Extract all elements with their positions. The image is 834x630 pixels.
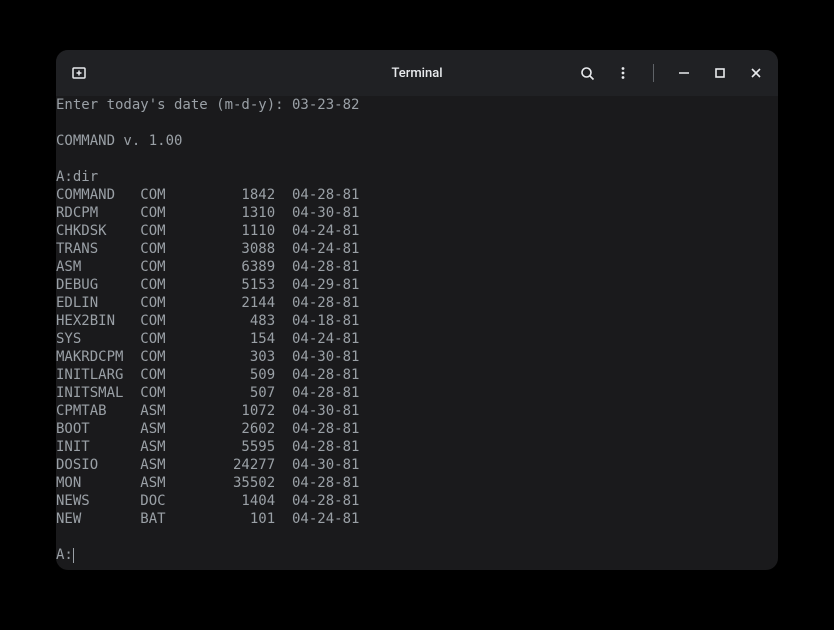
file-row: INITLARG COM 509 04-28-81 [56,366,778,384]
terminal-line: A:dir [56,168,778,186]
file-row: SYS COM 154 04-24-81 [56,330,778,348]
window-title: Terminal [391,66,442,81]
cursor [73,548,74,563]
file-row: NEW BAT 101 04-24-81 [56,510,778,528]
file-row: RDCPM COM 1310 04-30-81 [56,204,778,222]
titlebar: Terminal [56,50,778,96]
menu-icon[interactable] [615,65,631,81]
file-row: INITSMAL COM 507 04-28-81 [56,384,778,402]
file-row: MON ASM 35502 04-28-81 [56,474,778,492]
terminal-line: COMMAND v. 1.00 [56,132,778,150]
terminal-line: Enter today's date (m-d-y): 03-23-82 [56,96,778,114]
file-row: ASM COM 6389 04-28-81 [56,258,778,276]
minimize-icon[interactable] [676,65,692,81]
search-icon[interactable] [579,65,595,81]
window-controls [579,64,764,82]
file-row: HEX2BIN COM 483 04-18-81 [56,312,778,330]
terminal-output[interactable]: Enter today's date (m-d-y): 03-23-82 COMM… [56,96,778,564]
close-icon[interactable] [748,65,764,81]
prompt-line: A: [56,546,778,564]
file-row: NEWS DOC 1404 04-28-81 [56,492,778,510]
file-row: EDLIN COM 2144 04-28-81 [56,294,778,312]
file-row: TRANS COM 3088 04-24-81 [56,240,778,258]
file-row: MAKRDCPM COM 303 04-30-81 [56,348,778,366]
terminal-line [56,150,778,168]
file-row: DOSIO ASM 24277 04-30-81 [56,456,778,474]
file-row: COMMAND COM 1842 04-28-81 [56,186,778,204]
divider [653,64,654,82]
file-row: BOOT ASM 2602 04-28-81 [56,420,778,438]
file-row: CPMTAB ASM 1072 04-30-81 [56,402,778,420]
terminal-window: Terminal [56,50,778,570]
file-row: DEBUG COM 5153 04-29-81 [56,276,778,294]
file-row: INIT ASM 5595 04-28-81 [56,438,778,456]
new-tab-icon[interactable] [70,64,88,82]
terminal-line [56,114,778,132]
terminal-line [56,528,778,546]
maximize-icon[interactable] [712,65,728,81]
file-row: CHKDSK COM 1110 04-24-81 [56,222,778,240]
